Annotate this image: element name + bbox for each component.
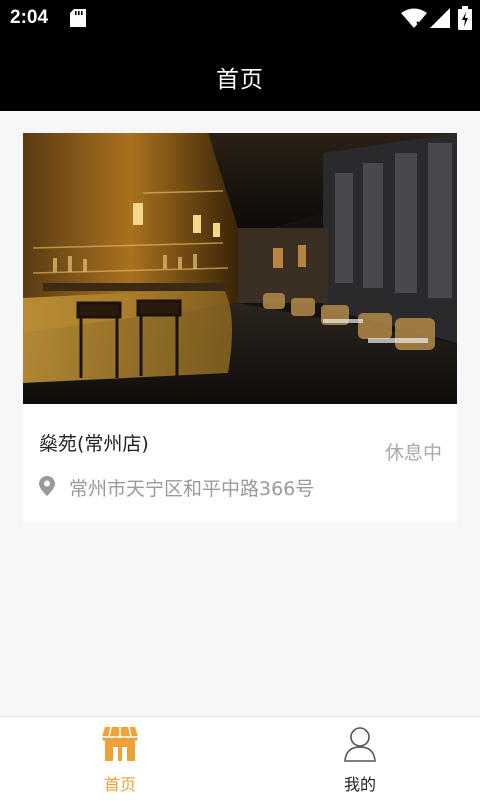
restaurant-photo [23,133,457,404]
battery-icon [458,6,472,30]
person-icon [344,727,376,762]
store-name: 燊苑(常州店) [39,433,149,455]
storefront-icon [102,726,138,761]
wifi-icon [401,8,427,28]
status-time: 2:04 [10,7,49,28]
store-status: 休息中 [384,442,442,464]
nav-home[interactable]: 首页 [0,717,240,801]
signal-icon [430,8,450,28]
nav-home-label: 首页 [103,775,136,794]
store-card[interactable]: 燊苑(常州店) 休息中 常州市天宁区和平中路366号 [23,133,457,522]
nav-mine-label: 我的 [343,775,376,794]
status-bar: 2:04 [0,0,480,36]
location-pin-icon [39,476,55,496]
app-bar: 首页 [0,36,480,111]
bottom-nav: 首页 我的 [0,716,480,801]
store-address: 常州市天宁区和平中路366号 [69,478,315,500]
nav-mine[interactable]: 我的 [240,717,480,801]
page-title: 首页 [216,67,264,93]
sd-card-icon [70,9,86,27]
